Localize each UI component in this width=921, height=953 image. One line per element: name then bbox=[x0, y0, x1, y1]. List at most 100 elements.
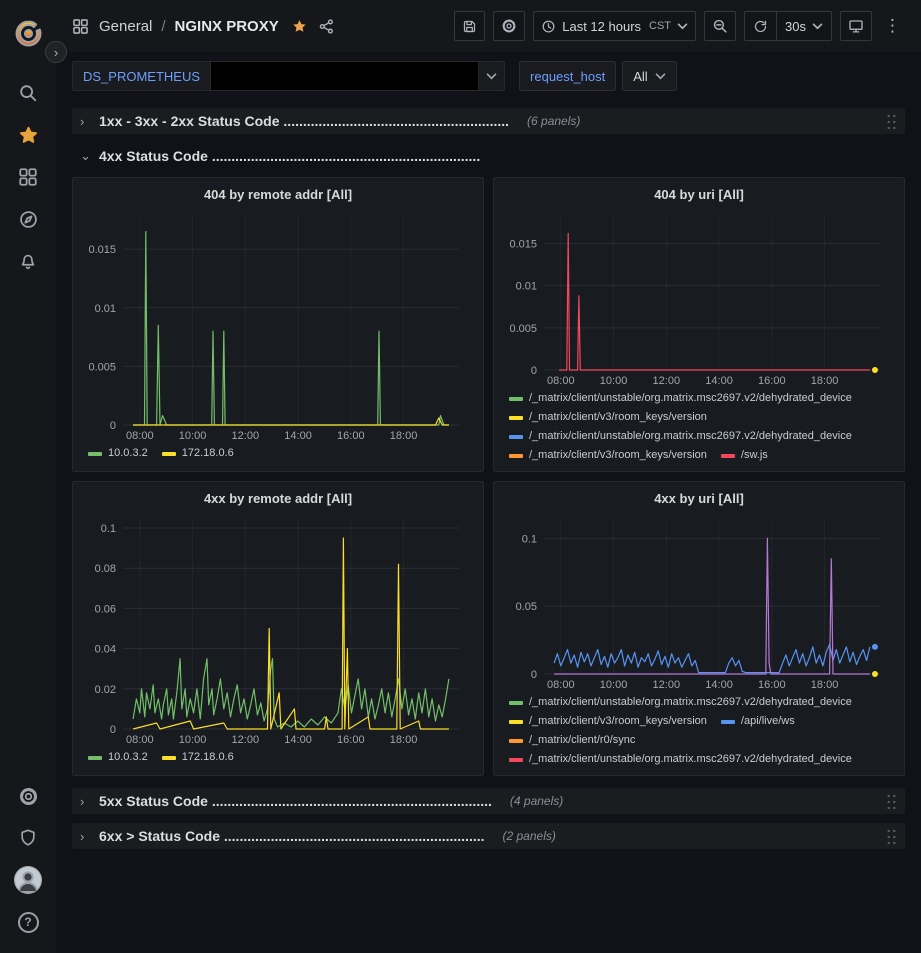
svg-text:12:00: 12:00 bbox=[232, 430, 260, 442]
variable-label[interactable]: DS_PROMETHEUS bbox=[72, 61, 211, 91]
svg-text:0: 0 bbox=[110, 420, 116, 432]
svg-text:0.04: 0.04 bbox=[95, 644, 116, 656]
svg-text:16:00: 16:00 bbox=[337, 734, 365, 746]
legend-item[interactable]: /_matrix/client/unstable/org.matrix.msc2… bbox=[509, 427, 852, 446]
legend-item[interactable]: /_matrix/client/unstable/org.matrix.msc2… bbox=[509, 693, 852, 712]
refresh-button[interactable] bbox=[745, 12, 776, 40]
zoom-out-button[interactable] bbox=[704, 11, 736, 41]
variable-dropdown-caret[interactable] bbox=[479, 61, 505, 91]
svg-text:18:00: 18:00 bbox=[390, 734, 418, 746]
breadcrumb-separator: / bbox=[161, 18, 165, 35]
legend-series-color bbox=[88, 756, 102, 760]
refresh-interval-picker[interactable]: 30s bbox=[776, 12, 831, 40]
svg-text:0: 0 bbox=[531, 669, 537, 681]
starred-dashboards-icon[interactable] bbox=[6, 114, 50, 156]
profile-avatar[interactable] bbox=[6, 859, 50, 901]
chevron-down-icon bbox=[655, 73, 666, 80]
kebab-menu-icon[interactable]: ⋮ bbox=[880, 16, 905, 36]
row-drag-handle[interactable] bbox=[886, 113, 897, 130]
dashboards-icon[interactable] bbox=[6, 156, 50, 198]
legend-item[interactable]: /_matrix/client/r0/sync bbox=[509, 731, 635, 750]
timeseries-chart[interactable]: 00.0050.010.01508:0010:0012:0014:0016:00… bbox=[504, 206, 894, 387]
svg-text:0.05: 0.05 bbox=[516, 601, 537, 613]
time-range-label: Last 12 hours bbox=[562, 19, 641, 34]
chevron-down-icon bbox=[677, 23, 688, 30]
legend-series-color bbox=[509, 454, 523, 458]
variable-value-redacted[interactable] bbox=[211, 61, 479, 91]
svg-text:16:00: 16:00 bbox=[758, 375, 786, 387]
legend-item[interactable]: /_matrix/client/v3/room_keys/version bbox=[509, 712, 707, 731]
save-dashboard-button[interactable] bbox=[454, 11, 485, 41]
chevron-down-icon: ⌄ bbox=[80, 148, 93, 164]
row-drag-handle[interactable] bbox=[886, 828, 897, 845]
legend-item[interactable]: /api/live/ws bbox=[721, 712, 795, 731]
avatar bbox=[14, 866, 42, 894]
dashboard-settings-button[interactable] bbox=[493, 11, 525, 41]
panel-title[interactable]: 404 by remote addr [All] bbox=[83, 184, 473, 206]
legend-item[interactable]: /_matrix/client/unstable/org.matrix.msc2… bbox=[509, 750, 852, 767]
variable-value-dropdown[interactable]: All bbox=[622, 61, 676, 91]
svg-text:10:00: 10:00 bbox=[600, 679, 628, 691]
grafana-app: ? › General / NGINX PROXY bbox=[0, 0, 921, 953]
search-icon[interactable] bbox=[6, 72, 50, 114]
breadcrumb-section[interactable]: General bbox=[99, 18, 152, 35]
legend-series-color bbox=[509, 397, 523, 401]
legend-item[interactable]: 10.0.3.2 bbox=[88, 748, 148, 767]
legend-item[interactable]: 172.18.0.6 bbox=[162, 444, 234, 463]
svg-text:0: 0 bbox=[531, 365, 537, 377]
time-range-picker[interactable]: Last 12 hours CST bbox=[533, 11, 696, 41]
help-icon[interactable]: ? bbox=[6, 901, 50, 943]
chart-legend: 10.0.3.2 172.18.0.6 bbox=[83, 748, 473, 767]
legend-series-color bbox=[509, 435, 523, 439]
favorite-star-icon[interactable] bbox=[291, 18, 308, 35]
legend-item[interactable]: /_matrix/client/v3/room_keys/version bbox=[509, 446, 707, 463]
svg-text:0.01: 0.01 bbox=[516, 281, 537, 293]
legend-item[interactable]: /_matrix/client/v3/room_keys/version bbox=[509, 408, 707, 427]
share-icon[interactable] bbox=[318, 18, 335, 35]
svg-text:10:00: 10:00 bbox=[179, 430, 207, 442]
svg-text:0.015: 0.015 bbox=[509, 239, 537, 251]
legend-item[interactable]: /_matrix/client/unstable/org.matrix.msc2… bbox=[509, 389, 852, 408]
svg-text:0.005: 0.005 bbox=[509, 323, 537, 335]
main-area: General / NGINX PROXY bbox=[56, 0, 921, 953]
legend-item[interactable]: /sw.js bbox=[721, 446, 768, 463]
breadcrumb-dashboard-title[interactable]: NGINX PROXY bbox=[175, 18, 279, 35]
tv-mode-button[interactable] bbox=[840, 11, 872, 41]
svg-text:0.1: 0.1 bbox=[522, 533, 537, 545]
svg-text:14:00: 14:00 bbox=[284, 430, 312, 442]
row-1xx-3xx-2xx[interactable]: › 1xx - 3xx - 2xx Status Code ..........… bbox=[72, 108, 905, 134]
variable-label[interactable]: request_host bbox=[519, 61, 616, 91]
legend-item[interactable]: 10.0.3.2 bbox=[88, 444, 148, 463]
alerting-bell-icon[interactable] bbox=[6, 240, 50, 282]
explore-compass-icon[interactable] bbox=[6, 198, 50, 240]
svg-text:0.08: 0.08 bbox=[95, 563, 116, 575]
svg-text:0.1: 0.1 bbox=[101, 523, 116, 535]
row-4xx[interactable]: ⌄ 4xx Status Code ......................… bbox=[72, 143, 905, 169]
row-panel-count: (2 panels) bbox=[503, 829, 556, 843]
chevron-right-icon: › bbox=[54, 45, 58, 60]
timeseries-chart[interactable]: 00.0050.010.01508:0010:0012:0014:0016:00… bbox=[83, 206, 473, 442]
legend-item[interactable]: 172.18.0.6 bbox=[162, 748, 234, 767]
panel-4xx-by-remote-addr: 4xx by remote addr [All] 00.020.040.060.… bbox=[72, 481, 484, 776]
panel-4xx-by-uri: 4xx by uri [All] 00.050.108:0010:0012:00… bbox=[493, 481, 905, 776]
sidebar-expand-toggle[interactable]: › bbox=[45, 41, 67, 63]
server-admin-shield-icon[interactable] bbox=[6, 817, 50, 859]
grafana-logo-icon[interactable] bbox=[6, 12, 50, 54]
row-title: 4xx Status Code ........................… bbox=[99, 148, 480, 164]
panel-title[interactable]: 404 by uri [All] bbox=[504, 184, 894, 206]
apps-grid-icon[interactable] bbox=[72, 18, 89, 35]
row-6xx[interactable]: › 6xx > Status Code ....................… bbox=[72, 823, 905, 849]
panel-grid-4xx: 404 by remote addr [All] 0 0.005 0.01 0.015… bbox=[72, 177, 905, 776]
configuration-gear-icon[interactable] bbox=[6, 775, 50, 817]
variables-submenu: DS_PROMETHEUS request_host All bbox=[56, 52, 921, 99]
row-5xx[interactable]: › 5xx Status Code ......................… bbox=[72, 788, 905, 814]
breadcrumb: General / NGINX PROXY bbox=[99, 18, 279, 35]
svg-text:0.06: 0.06 bbox=[95, 603, 116, 615]
timeseries-chart[interactable]: 00.050.108:0010:0012:0014:0016:0018:00 bbox=[504, 510, 894, 691]
row-drag-handle[interactable] bbox=[886, 793, 897, 810]
legend-series-color bbox=[162, 756, 176, 760]
panel-title[interactable]: 4xx by remote addr [All] bbox=[83, 488, 473, 510]
timeseries-chart[interactable]: 00.020.040.060.080.108:0010:0012:0014:00… bbox=[83, 510, 473, 746]
panel-title[interactable]: 4xx by uri [All] bbox=[504, 488, 894, 510]
svg-text:18:00: 18:00 bbox=[811, 375, 839, 387]
